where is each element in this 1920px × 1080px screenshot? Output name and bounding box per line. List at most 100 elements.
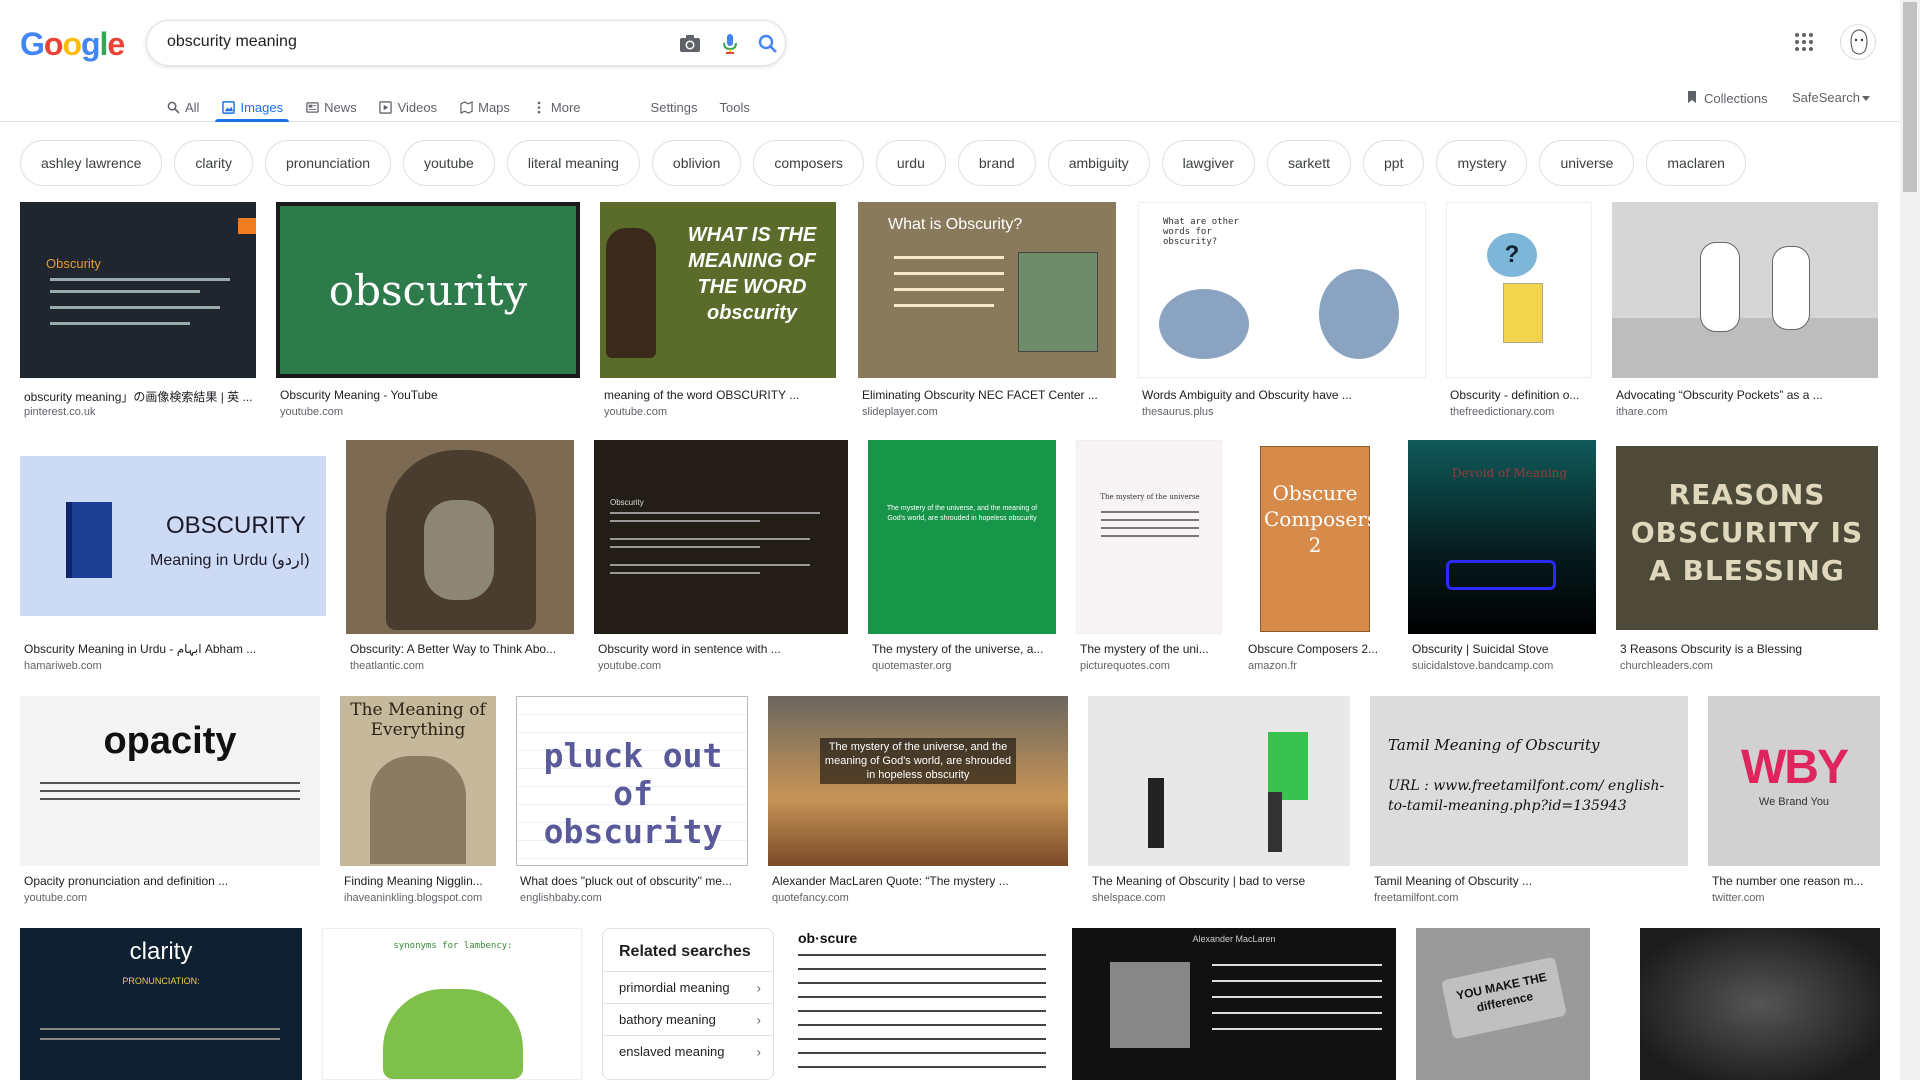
chip[interactable]: lawgiver (1161, 140, 1255, 186)
result-title[interactable]: Advocating “Obscurity Pockets” as a ... (1616, 388, 1878, 402)
page-scrollbar[interactable] (1900, 0, 1920, 1080)
result-title[interactable]: The number one reason m... (1712, 874, 1880, 888)
result-title[interactable]: Obscurity | Suicidal Stove (1412, 642, 1596, 656)
image-result[interactable]: WBY We Brand You The number one reason m… (1708, 696, 1880, 910)
result-title[interactable]: 3 Reasons Obscurity is a Blessing (1620, 642, 1878, 656)
thumbnail: The mystery of the universe (1076, 440, 1222, 634)
result-title[interactable]: obscurity meaning」の画像検索結果 | 英 ... (24, 388, 256, 405)
image-result[interactable]: opacity Opacity pronunciation and defini… (20, 696, 320, 910)
chip[interactable]: youtube (403, 140, 495, 186)
image-result[interactable]: OBSCURITY Meaning in Urdu (اردو) Obscuri… (20, 440, 326, 680)
result-title[interactable]: Opacity pronunciation and definition ... (24, 874, 320, 888)
thumb-text: Obscurity (610, 498, 644, 507)
image-result[interactable]: pluck out of obscurity What does "pluck … (516, 696, 748, 910)
tools-link[interactable]: Tools (720, 88, 750, 122)
result-title[interactable]: Obscurity - definition o... (1450, 388, 1592, 402)
chip[interactable]: oblivion (651, 140, 742, 186)
result-title[interactable]: Eliminating Obscurity NEC FACET Center .… (862, 388, 1116, 402)
image-result[interactable]: What are other words for obscurity? Word… (1138, 202, 1426, 422)
image-result[interactable]: clarity PRONUNCIATION: (20, 928, 302, 1080)
safesearch-dropdown[interactable]: SafeSearch (1792, 90, 1870, 105)
image-result[interactable]: ob·scure (794, 928, 1050, 1080)
result-title[interactable]: Obscurity word in sentence with ... (598, 642, 848, 656)
image-result[interactable]: Devoid of Meaning Obscurity | Suicidal S… (1408, 440, 1596, 680)
image-result[interactable]: Advocating “Obscurity Pockets” as a ... … (1612, 202, 1878, 422)
result-title[interactable]: Tamil Meaning of Obscurity ... (1374, 874, 1688, 888)
image-result[interactable]: synonyms for lambency: (322, 928, 582, 1080)
chip[interactable]: urdu (875, 140, 946, 186)
chip[interactable]: ashley lawrence (20, 140, 163, 186)
tab-all[interactable]: All (166, 88, 199, 122)
chip[interactable]: literal meaning (506, 140, 640, 186)
result-title[interactable]: The Meaning of Obscurity | bad to verse (1092, 874, 1350, 888)
chip[interactable]: ppt (1363, 140, 1425, 186)
tab-maps[interactable]: Maps (459, 88, 510, 122)
settings-link[interactable]: Settings (651, 88, 698, 122)
image-result[interactable]: ? Obscurity - definition o... thefreedic… (1446, 202, 1592, 422)
result-title[interactable]: Obscure Composers 2... (1248, 642, 1386, 656)
image-result[interactable]: Obscurity: A Better Way to Think Abo... … (346, 440, 574, 680)
chip[interactable]: composers (753, 140, 864, 186)
image-result[interactable]: Obscure Composers 2 Obscure Composers 2.… (1244, 440, 1386, 680)
image-result[interactable]: REASONS OBSCURITY IS A BLESSING 3 Reason… (1616, 440, 1878, 680)
result-title[interactable]: Alexander MacLaren Quote: “The mystery .… (772, 874, 1068, 888)
image-result[interactable]: Alexander MacLaren (1072, 928, 1396, 1080)
search-icon[interactable] (755, 31, 781, 57)
search-input[interactable]: obscurity meaning (167, 33, 297, 51)
image-result[interactable]: Obscurity Obscurity word in sentence wit… (594, 440, 848, 680)
avatar[interactable] (1840, 24, 1876, 60)
image-result[interactable]: The Meaning of Everything Finding Meanin… (340, 696, 496, 910)
scrollbar-thumb[interactable] (1903, 2, 1917, 192)
result-title[interactable]: meaning of the word OBSCURITY ... (604, 388, 836, 402)
microphone-icon[interactable] (717, 31, 743, 57)
tab-news[interactable]: News (305, 88, 357, 122)
image-result[interactable]: obscurity Obscurity Meaning - YouTube yo… (276, 202, 580, 422)
tab-videos[interactable]: Videos (379, 88, 438, 122)
result-source: quotemaster.org (872, 660, 952, 672)
collections-link[interactable]: Collections (1686, 90, 1768, 107)
result-title[interactable]: The mystery of the universe, a... (872, 642, 1056, 656)
image-result[interactable] (1640, 928, 1880, 1080)
tab-more[interactable]: More (532, 88, 581, 122)
image-result[interactable]: Obscurity obscurity meaning」の画像検索結果 | 英 … (20, 202, 256, 422)
thumb-text: Tamil Meaning of Obscurity (1388, 736, 1600, 754)
chip[interactable]: mystery (1436, 140, 1528, 186)
search-box[interactable]: obscurity meaning (146, 20, 786, 66)
result-title[interactable]: Obscurity: A Better Way to Think Abo... (350, 642, 574, 656)
related-search-item[interactable]: primordial meaning › (603, 971, 773, 1003)
chip[interactable]: clarity (174, 140, 253, 186)
related-search-item[interactable]: enslaved meaning › (603, 1035, 773, 1067)
chip[interactable]: universe (1539, 140, 1635, 186)
chip[interactable]: ambiguity (1047, 140, 1150, 186)
thumbnail: What is Obscurity? (858, 202, 1116, 378)
image-result[interactable]: The mystery of the universe, and the mea… (768, 696, 1068, 910)
chip[interactable]: brand (957, 140, 1036, 186)
caret-down-icon (1861, 90, 1870, 105)
apps-grid-icon[interactable] (1794, 32, 1818, 56)
image-result[interactable]: What is Obscurity? Eliminating Obscurity… (858, 202, 1116, 422)
image-result[interactable]: Tamil Meaning of Obscurity URL : www.fre… (1370, 696, 1688, 910)
image-result[interactable]: YOU MAKE THE difference (1416, 928, 1590, 1080)
image-result[interactable]: The mystery of the universe The mystery … (1076, 440, 1222, 680)
image-result[interactable]: The mystery of the universe, and the mea… (868, 440, 1056, 680)
image-result[interactable]: The Meaning of Obscurity | bad to verse … (1088, 696, 1350, 910)
related-search-label: primordial meaning (619, 980, 730, 995)
chip[interactable]: maclaren (1646, 140, 1746, 186)
result-title[interactable]: Finding Meaning Nigglin... (344, 874, 496, 888)
image-result[interactable]: WHAT IS THE MEANING OF THE WORD obscurit… (600, 202, 836, 422)
result-title[interactable]: What does "pluck out of obscurity" me... (520, 874, 748, 888)
logo-letter: g (80, 26, 101, 62)
chip[interactable]: sarkett (1266, 140, 1351, 186)
result-source: ihaveaninkling.blogspot.com (344, 892, 483, 904)
result-title[interactable]: Words Ambiguity and Obscurity have ... (1142, 388, 1426, 402)
tab-label: Videos (397, 99, 438, 115)
more-vert-icon (532, 100, 546, 114)
result-title[interactable]: The mystery of the uni... (1080, 642, 1222, 656)
related-search-item[interactable]: bathory meaning › (603, 1003, 773, 1035)
result-title[interactable]: Obscurity Meaning in Urdu - ابہام Abham … (24, 642, 326, 656)
camera-icon[interactable] (677, 31, 703, 57)
tab-images[interactable]: Images (215, 88, 289, 122)
result-title[interactable]: Obscurity Meaning - YouTube (280, 388, 580, 402)
chip[interactable]: pronunciation (264, 140, 392, 186)
google-logo[interactable]: Google (20, 26, 125, 63)
